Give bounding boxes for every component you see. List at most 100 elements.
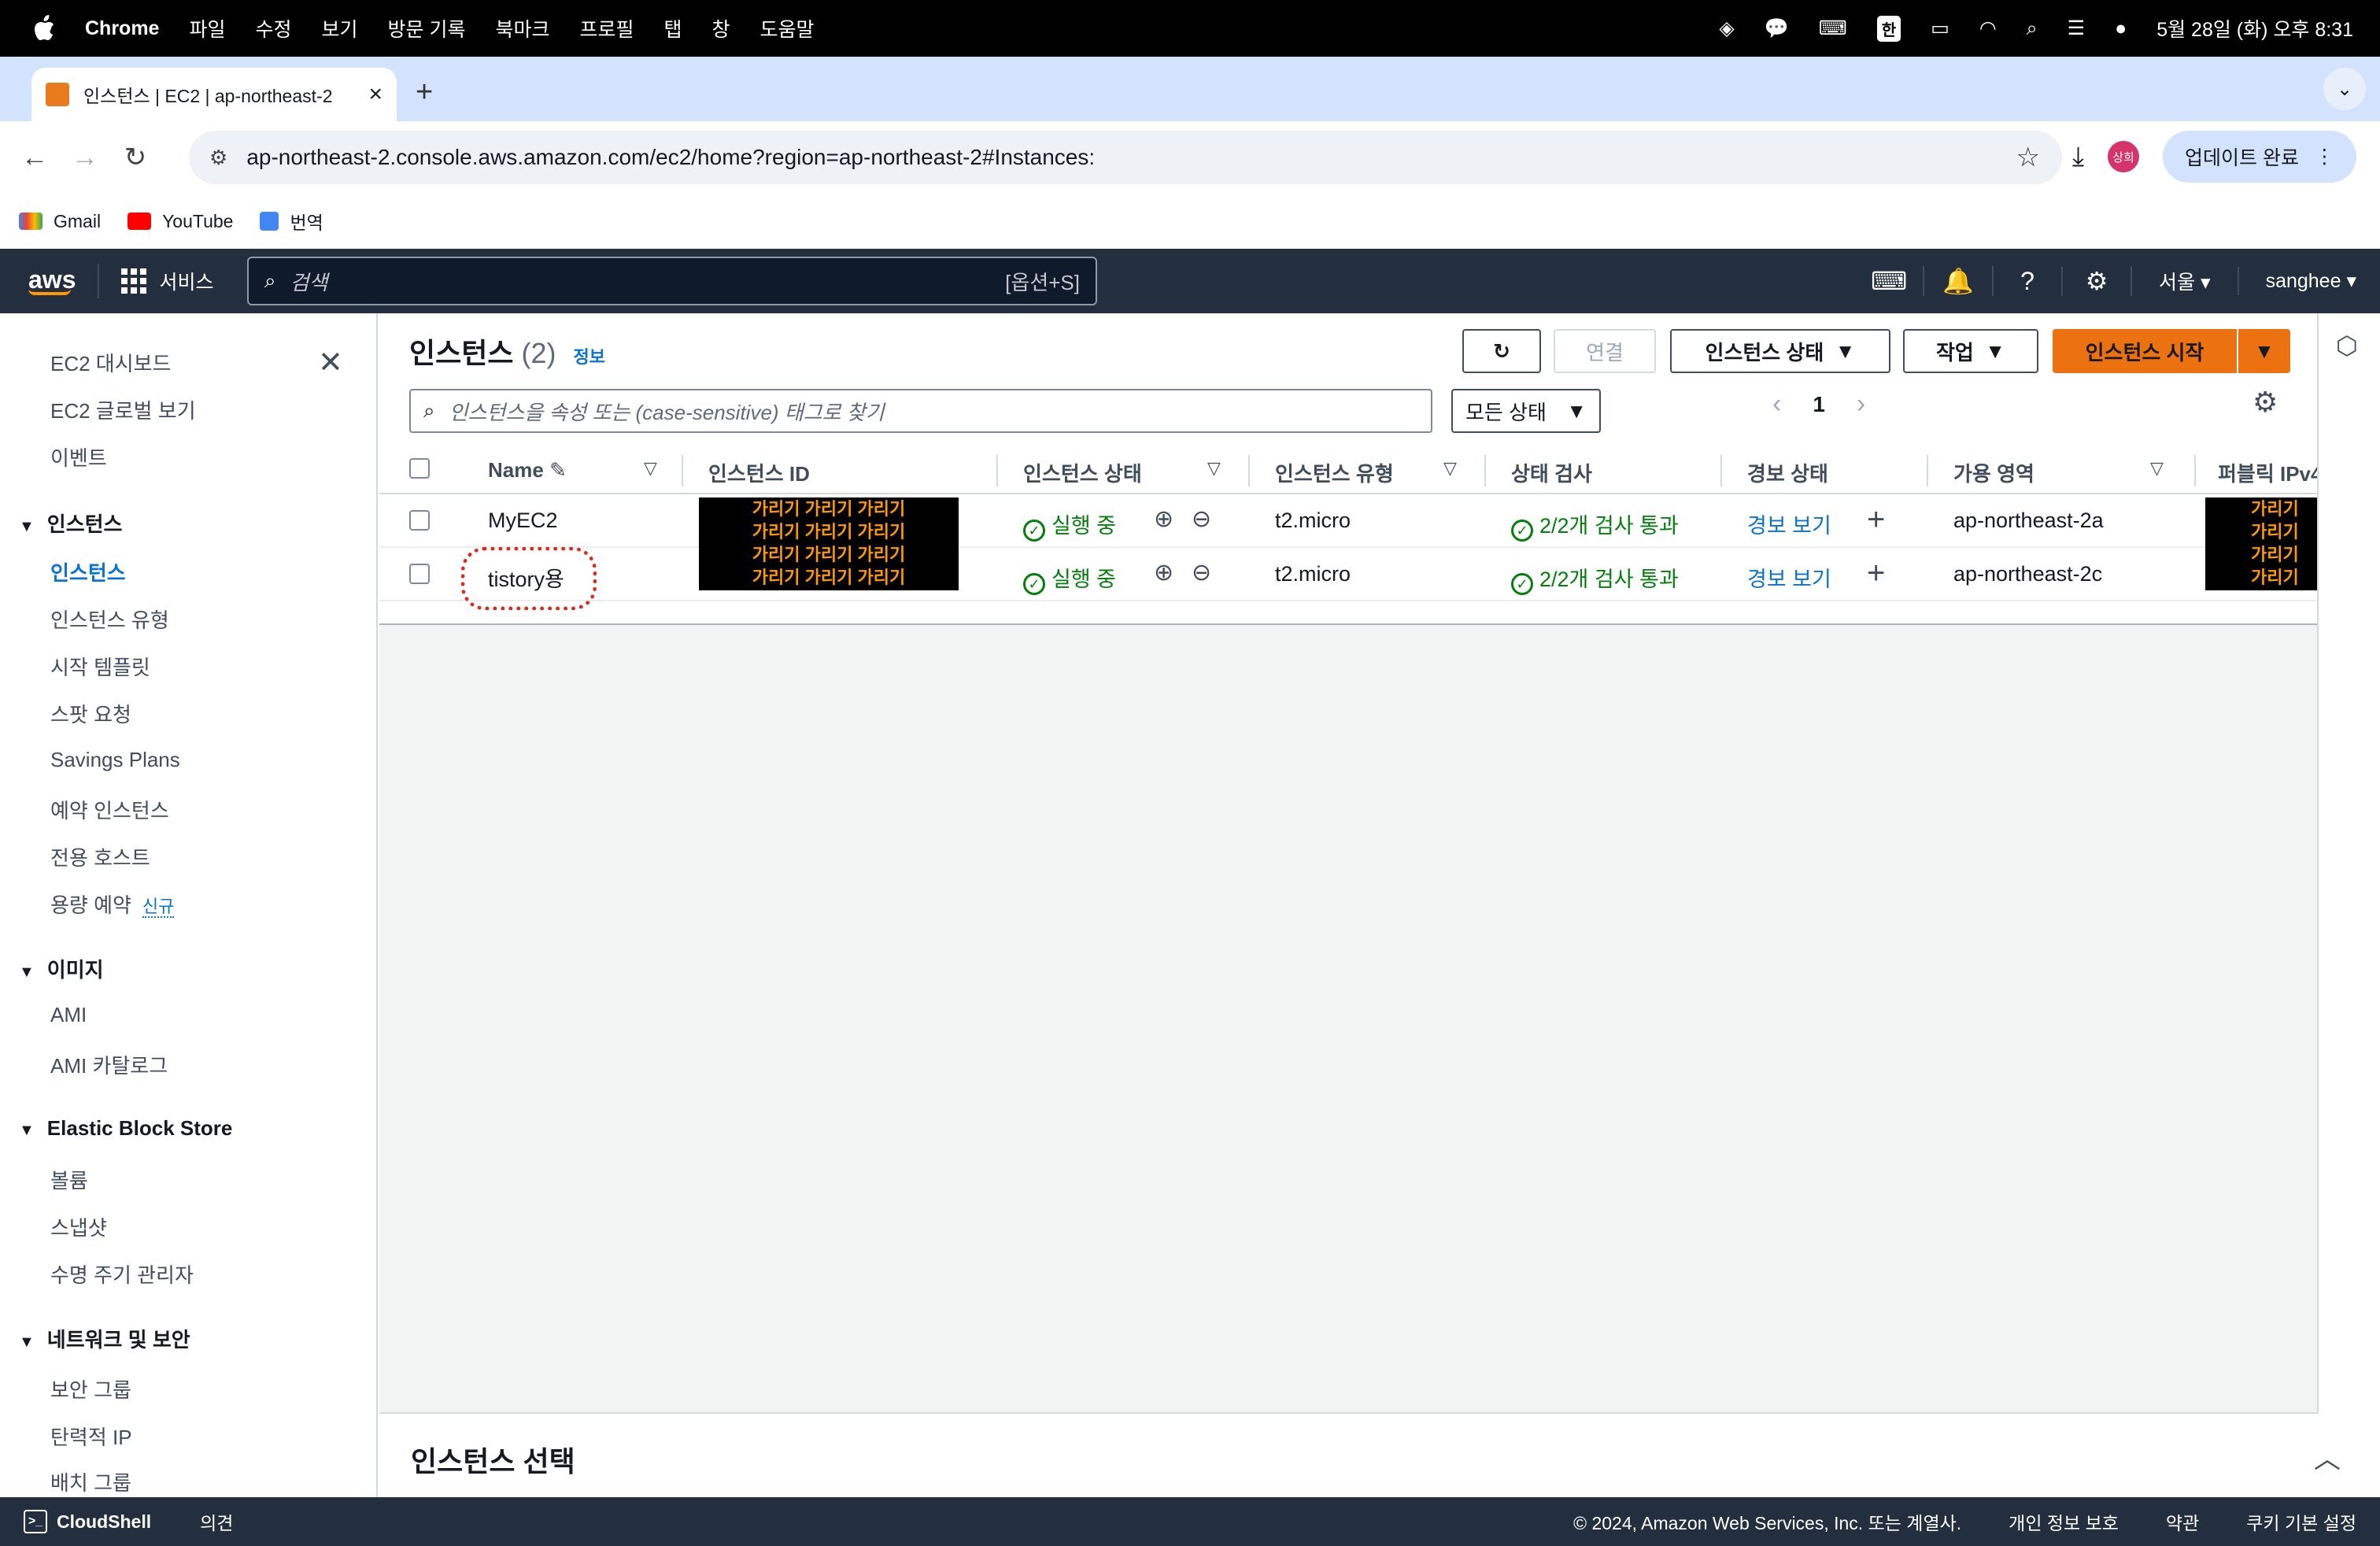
sidebar-section-ebs[interactable]: ▼ Elastic Block Store bbox=[19, 1116, 232, 1141]
column-divider[interactable] bbox=[1720, 455, 1722, 486]
column-header-instance-state[interactable]: 인스턴스 상태 bbox=[1023, 458, 1142, 487]
close-sidebar-icon[interactable]: ✕ bbox=[318, 345, 343, 380]
add-alarm-plus-icon[interactable]: + bbox=[1867, 502, 1885, 538]
spotlight-search-icon[interactable]: ⌕ bbox=[2027, 17, 2038, 40]
sidebar-item-placement-groups[interactable]: 배치 그룹 bbox=[50, 1467, 131, 1496]
download-icon[interactable]: ⤓ bbox=[2072, 142, 2084, 172]
sort-icon[interactable]: ▽ bbox=[1207, 458, 1221, 479]
launch-options-dropdown[interactable]: ▼ bbox=[2238, 329, 2290, 373]
chat-icon[interactable]: 💬 bbox=[1765, 17, 1789, 40]
keyboard-icon[interactable]: ⌨ bbox=[1819, 17, 1847, 40]
column-divider[interactable] bbox=[682, 455, 683, 486]
launch-instance-button[interactable]: 인스턴스 시작 bbox=[2053, 329, 2237, 373]
cookie-preferences-link[interactable]: 쿠키 기본 설정 bbox=[2246, 1508, 2356, 1535]
row-checkbox[interactable] bbox=[409, 564, 430, 584]
menu-history[interactable]: 방문 기록 bbox=[388, 14, 466, 43]
info-link[interactable]: 정보 bbox=[574, 347, 605, 367]
state-filter-dropdown[interactable]: 모든 상태 ▼ bbox=[1451, 389, 1601, 433]
column-divider[interactable] bbox=[1484, 455, 1486, 486]
column-header-instance-type[interactable]: 인스턴스 유형 bbox=[1275, 458, 1394, 487]
sidebar-item-lifecycle-manager[interactable]: 수명 주기 관리자 bbox=[50, 1259, 194, 1289]
services-menu-button[interactable]: 서비스 bbox=[121, 267, 214, 295]
account-menu[interactable]: sanghee ▾ bbox=[2239, 269, 2356, 293]
connect-button[interactable]: 연결 bbox=[1554, 329, 1656, 373]
address-bar[interactable]: ⚙ ap-northeast-2.console.aws.amazon.com/… bbox=[189, 131, 2062, 184]
sidebar-item-ec2-dashboard[interactable]: EC2 대시보드 bbox=[50, 348, 171, 377]
current-page[interactable]: 1 bbox=[1813, 392, 1825, 417]
back-arrow-icon[interactable]: ← bbox=[19, 142, 50, 173]
instance-name[interactable]: MyEC2 bbox=[488, 509, 558, 533]
menu-help[interactable]: 도움말 bbox=[760, 14, 815, 43]
menu-tab[interactable]: 탭 bbox=[664, 14, 682, 43]
notification-bell-icon[interactable]: 🔔 bbox=[1924, 266, 1994, 296]
sidebar-section-images[interactable]: ▼ 이미지 bbox=[19, 954, 104, 983]
view-alarms-link[interactable]: 경보 보기 bbox=[1747, 562, 1831, 593]
reload-icon[interactable]: ↻ bbox=[120, 142, 151, 173]
table-row[interactable]: tistory용 ✓ 실행 중 ⊕ ⊖ t2.micro ✓ 2/2개 검사 통과 … bbox=[379, 548, 2317, 601]
tab-search-chevron-icon[interactable]: ⌄ bbox=[2323, 68, 2366, 110]
apple-icon[interactable] bbox=[33, 15, 55, 42]
column-divider[interactable] bbox=[1248, 455, 1250, 486]
instance-filter-input[interactable]: ⌕ 인스턴스을 속성 또는 (case-sensitive) 태그로 찾기 bbox=[409, 389, 1432, 433]
input-method-indicator[interactable]: 한 bbox=[1876, 15, 1901, 42]
sidebar-item-spot-requests[interactable]: 스팟 요청 bbox=[50, 699, 131, 728]
column-header-instance-id[interactable]: 인스턴스 ID bbox=[708, 458, 810, 487]
table-row[interactable]: MyEC2 ✓ 실행 중 ⊕ ⊖ t2.micro ✓ 2/2개 검사 통과 경보 … bbox=[379, 494, 2317, 548]
previous-page-icon[interactable]: ‹ bbox=[1772, 389, 1781, 420]
column-header-status-check[interactable]: 상태 검사 bbox=[1511, 458, 1592, 487]
aws-logo[interactable]: aws bbox=[28, 267, 76, 295]
sidebar-item-snapshots[interactable]: 스냅샷 bbox=[50, 1212, 107, 1241]
column-header-public-ipv4[interactable]: 퍼블릭 IPv4 bbox=[2218, 458, 2322, 487]
sidebar-item-capacity-reservations[interactable]: 용량 예약 신규 bbox=[50, 890, 175, 919]
table-preferences-gear-icon[interactable]: ⚙ bbox=[2252, 386, 2278, 419]
sidebar-item-savings-plans[interactable]: Savings Plans bbox=[50, 748, 180, 772]
profile-avatar[interactable]: 상희 bbox=[2108, 141, 2140, 172]
instance-state-dropdown[interactable]: 인스턴스 상태 ▼ bbox=[1670, 329, 1890, 373]
sidebar-item-instances[interactable]: 인스턴스 bbox=[50, 557, 126, 586]
sidebar-item-launch-templates[interactable]: 시작 템플릿 bbox=[50, 652, 150, 681]
column-divider[interactable] bbox=[2194, 455, 2196, 486]
zoom-out-icon[interactable]: ⊖ bbox=[1192, 505, 1211, 533]
sidebar-section-instances[interactable]: ▼ 인스턴스 bbox=[19, 509, 122, 538]
feedback-link[interactable]: 의견 bbox=[200, 1508, 233, 1535]
help-icon[interactable]: ? bbox=[1994, 266, 2064, 296]
settings-gear-icon[interactable]: ⚙ bbox=[2063, 266, 2133, 296]
update-button[interactable]: 업데이트 완료 ⋮ bbox=[2163, 131, 2356, 183]
sidebar-item-security-groups[interactable]: 보안 그룹 bbox=[50, 1374, 131, 1404]
select-all-checkbox[interactable] bbox=[409, 458, 430, 479]
sidebar-item-reserved-instances[interactable]: 예약 인스턴스 bbox=[50, 795, 169, 824]
tab-close-icon[interactable]: × bbox=[368, 81, 382, 108]
sidebar-item-global-view[interactable]: EC2 글로벌 보기 bbox=[50, 395, 196, 424]
forward-arrow-icon[interactable]: → bbox=[69, 142, 101, 173]
control-center-icon[interactable]: ☰ bbox=[2068, 17, 2085, 40]
wifi-icon[interactable]: ◠ bbox=[1979, 17, 1997, 40]
menu-view[interactable]: 보기 bbox=[322, 14, 358, 43]
sort-icon[interactable]: ▽ bbox=[644, 458, 657, 479]
view-alarms-link[interactable]: 경보 보기 bbox=[1747, 509, 1831, 539]
column-divider[interactable] bbox=[1927, 455, 1928, 486]
next-page-icon[interactable]: › bbox=[1857, 389, 1865, 420]
sidebar-item-dedicated-hosts[interactable]: 전용 호스트 bbox=[50, 842, 150, 871]
sort-icon[interactable]: ▽ bbox=[1443, 458, 1457, 479]
cloudshell-icon[interactable]: ⌨ bbox=[1855, 266, 1925, 296]
bookmark-gmail[interactable]: Gmail bbox=[19, 211, 101, 232]
bookmark-translate[interactable]: 번역 bbox=[260, 208, 323, 235]
row-checkbox[interactable] bbox=[409, 510, 430, 531]
actions-dropdown[interactable]: 작업 ▼ bbox=[1903, 329, 2038, 373]
bookmark-star-icon[interactable]: ☆ bbox=[2016, 142, 2040, 173]
menu-window[interactable]: 창 bbox=[712, 14, 730, 43]
menu-app-name[interactable]: Chrome bbox=[85, 17, 159, 40]
sidebar-item-instance-types[interactable]: 인스턴스 유형 bbox=[50, 605, 169, 634]
expand-chevron-up-icon[interactable]: ︿ bbox=[2314, 1437, 2341, 1476]
region-selector[interactable]: 서울 ▾ bbox=[2132, 267, 2239, 295]
sort-icon[interactable]: ▽ bbox=[2150, 458, 2164, 479]
figma-icon[interactable]: ◈ bbox=[1719, 17, 1734, 40]
address-url[interactable]: ap-northeast-2.console.aws.amazon.com/ec… bbox=[246, 145, 1095, 170]
refresh-button[interactable]: ↻ bbox=[1462, 329, 1541, 373]
column-divider[interactable] bbox=[996, 455, 998, 486]
tools-panel-icon[interactable]: ⬡ bbox=[2336, 331, 2358, 361]
sidebar-section-network-security[interactable]: ▼ 네트워크 및 보안 bbox=[19, 1324, 190, 1353]
browser-tab-active[interactable]: 인스턴스 | EC2 | ap-northeast-2 × bbox=[31, 68, 397, 121]
bookmark-youtube[interactable]: YouTube bbox=[128, 211, 233, 232]
zoom-out-icon[interactable]: ⊖ bbox=[1192, 559, 1211, 586]
